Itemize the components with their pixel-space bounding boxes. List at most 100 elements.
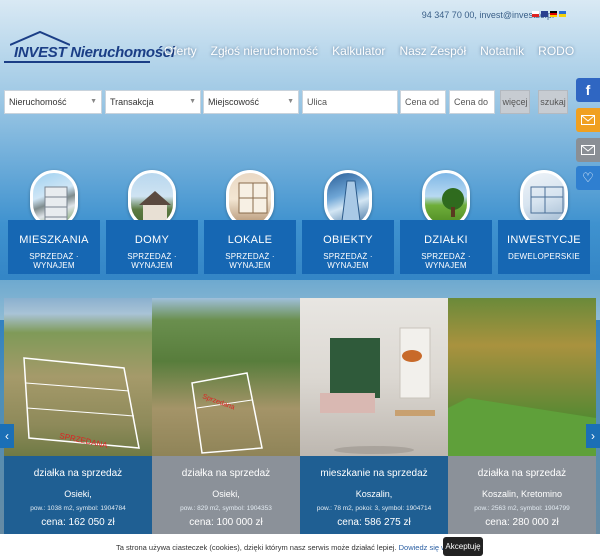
- category-dzialki[interactable]: DZIAŁKI SPRZEDAŻ · WYNAJEM: [400, 170, 492, 274]
- listings-carousel: SPRZEDANA działka na sprzedaż Osieki, po…: [4, 298, 596, 534]
- category-box: LOKALE SPRZEDAŻ · WYNAJEM: [204, 220, 296, 274]
- listing-info: działka na sprzedaż Osieki, pow.: 1038 m…: [4, 456, 152, 534]
- category-subtitle: SPRZEDAŻ · WYNAJEM: [323, 252, 373, 270]
- street-input[interactable]: Ulica: [302, 90, 398, 114]
- chevron-down-icon: ▼: [90, 98, 97, 105]
- flag-pl-icon[interactable]: [532, 11, 539, 17]
- category-box: OBIEKTY SPRZEDAŻ · WYNAJEM: [302, 220, 394, 274]
- listing-price: cena: 100 000 zł: [189, 517, 263, 528]
- carousel-prev-button[interactable]: ‹: [0, 424, 14, 448]
- cookie-message: Ta strona używa ciasteczek (cookies), dz…: [116, 543, 462, 552]
- nav-nasz-zespol[interactable]: Nasz Zespół: [399, 44, 466, 58]
- category-subtitle: SPRZEDAŻ · WYNAJEM: [421, 252, 471, 270]
- listing-type: mieszkanie na sprzedaż: [320, 468, 428, 479]
- category-subtitle: SPRZEDAŻ · WYNAJEM: [127, 252, 177, 270]
- price-from-input[interactable]: Cena od: [400, 90, 446, 114]
- category-lokale[interactable]: LOKALE SPRZEDAŻ · WYNAJEM: [204, 170, 296, 274]
- category-subtitle: SPRZEDAŻ · WYNAJEM: [225, 252, 275, 270]
- listing-type: działka na sprzedaż: [181, 468, 271, 479]
- category-subtitle: SPRZEDAŻ · WYNAJEM: [29, 252, 79, 270]
- listing-price: cena: 586 275 zł: [337, 517, 411, 528]
- listing-location: Koszalin,: [355, 489, 393, 499]
- cookie-accept-button[interactable]: Akceptuję: [443, 537, 483, 556]
- listing-card[interactable]: SPRZEDANA działka na sprzedaż Osieki, po…: [4, 298, 152, 534]
- listing-card[interactable]: Sprzedana działka na sprzedaż Osieki, po…: [152, 298, 300, 534]
- property-select-value: Nieruchomość: [9, 97, 67, 107]
- mail-icon: [581, 115, 595, 125]
- listing-info: działka na sprzedaż Osieki, pow.: 829 m2…: [152, 456, 300, 534]
- logo-underline: [4, 61, 150, 63]
- listing-details: pow.: 2563 m2, symbol: 1904799: [474, 505, 570, 512]
- city-select[interactable]: Miejscowość ▼: [203, 90, 299, 114]
- transaction-select[interactable]: Transakcja ▼: [105, 90, 201, 114]
- nav-notatnik[interactable]: Notatnik: [480, 44, 524, 58]
- city-select-value: Miejscowość: [208, 97, 260, 107]
- listing-info: działka na sprzedaż Koszalin, Kretomino …: [448, 456, 596, 534]
- listing-info: mieszkanie na sprzedaż Koszalin, pow.: 7…: [300, 456, 448, 534]
- cookie-text: Ta strona używa ciasteczek (cookies), dz…: [116, 543, 397, 552]
- facebook-button[interactable]: f: [576, 78, 600, 102]
- flag-de-icon[interactable]: [550, 11, 557, 17]
- language-flags[interactable]: [532, 11, 566, 17]
- chevron-left-icon: ‹: [5, 429, 9, 443]
- envelope-button[interactable]: [576, 138, 600, 162]
- listing-photo: Sprzedana: [152, 298, 300, 456]
- category-title: LOKALE: [227, 234, 273, 246]
- category-box: INWESTYCJE DEWELOPERSKIE: [498, 220, 590, 274]
- nav-rodo[interactable]: RODO: [538, 44, 574, 58]
- category-subtitle: DEWELOPERSKIE: [508, 252, 580, 261]
- listing-price: cena: 280 000 zł: [485, 517, 559, 528]
- nav-kalkulator[interactable]: Kalkulator: [332, 44, 385, 58]
- listing-card[interactable]: mieszkanie na sprzedaż Koszalin, pow.: 7…: [300, 298, 448, 534]
- chevron-right-icon: ›: [591, 429, 595, 443]
- listing-card[interactable]: działka na sprzedaż Koszalin, Kretomino …: [448, 298, 596, 534]
- nav-zglos-nieruchomosc[interactable]: Zgłoś nieruchomość: [211, 44, 318, 58]
- logo-text: INVEST Nieruchomości: [14, 44, 175, 61]
- price-to-input[interactable]: Cena do: [449, 90, 495, 114]
- listing-photo: [300, 298, 448, 456]
- category-box: DOMY SPRZEDAŻ · WYNAJEM: [106, 220, 198, 274]
- category-domy[interactable]: DOMY SPRZEDAŻ · WYNAJEM: [106, 170, 198, 274]
- plot-outline-icon: Sprzedana: [191, 372, 263, 454]
- listing-photo: [448, 298, 596, 456]
- category-obiekty[interactable]: OBIEKTY SPRZEDAŻ · WYNAJEM: [302, 170, 394, 274]
- mail-button[interactable]: [576, 108, 600, 132]
- envelope-icon: [581, 145, 595, 155]
- category-box: MIESZKANIA SPRZEDAŻ · WYNAJEM: [8, 220, 100, 274]
- transaction-select-value: Transakcja: [110, 97, 154, 107]
- listing-photo: SPRZEDANA: [4, 298, 152, 456]
- listing-location: Osieki,: [64, 489, 92, 499]
- sold-badge: Sprzedana: [201, 393, 235, 411]
- chevron-down-icon: ▼: [189, 98, 196, 105]
- main-nav: Oferty Zgłoś nieruchomość Kalkulator Nas…: [164, 44, 574, 58]
- listing-type: działka na sprzedaż: [33, 468, 123, 479]
- category-inwestycje[interactable]: INWESTYCJE DEWELOPERSKIE: [498, 170, 590, 274]
- listing-type: działka na sprzedaż: [477, 468, 567, 479]
- listing-details: pow.: 78 m2, pokoi: 3, symbol: 1904714: [316, 505, 432, 512]
- forest-icon: [448, 398, 596, 456]
- flag-en-icon[interactable]: [541, 11, 548, 17]
- logo[interactable]: INVEST Nieruchomości: [4, 30, 175, 64]
- search-bar: Nieruchomość ▼ Transakcja ▼ Miejscowość …: [4, 90, 572, 114]
- category-mieszkania[interactable]: MIESZKANIA SPRZEDAŻ · WYNAJEM: [8, 170, 100, 274]
- category-title: DOMY: [134, 234, 170, 246]
- property-select[interactable]: Nieruchomość ▼: [4, 90, 102, 114]
- nav-oferty[interactable]: Oferty: [164, 44, 197, 58]
- listing-details: pow.: 1038 m2, symbol: 1904784: [30, 505, 126, 512]
- listing-location: Osieki,: [212, 489, 240, 499]
- flag-ua-icon[interactable]: [559, 11, 566, 17]
- listing-location: Koszalin, Kretomino: [481, 489, 563, 499]
- listing-price: cena: 162 050 zł: [41, 517, 115, 528]
- cookie-bar: Ta strona używa ciasteczek (cookies), dz…: [0, 534, 600, 560]
- category-box: DZIAŁKI SPRZEDAŻ · WYNAJEM: [400, 220, 492, 274]
- more-button[interactable]: więcej: [500, 90, 530, 114]
- interior-icon: [320, 327, 435, 454]
- category-title: MIESZKANIA: [19, 234, 89, 246]
- facebook-icon: f: [585, 82, 591, 98]
- sold-badge: SPRZEDANA: [59, 431, 109, 450]
- search-button[interactable]: szukaj: [538, 90, 568, 114]
- carousel-next-button[interactable]: ›: [586, 424, 600, 448]
- listing-details: pow.: 829 m2, symbol: 1904353: [180, 505, 272, 512]
- plot-outline-icon: SPRZEDANA: [23, 357, 140, 450]
- category-title: DZIAŁKI: [424, 234, 468, 246]
